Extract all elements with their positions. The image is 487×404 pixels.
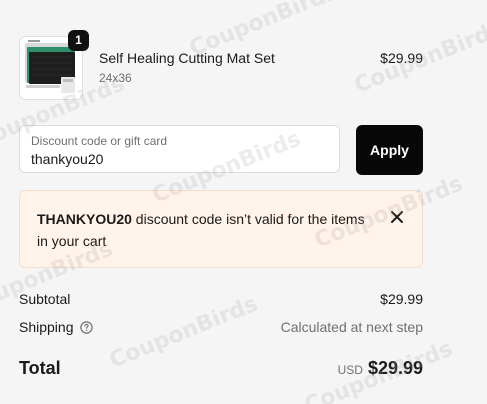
- checkout-order-summary: 1 Self Healing Cutting Mat Set 24x36 $29…: [0, 0, 487, 404]
- product-thumbnail-wrapper: 1: [19, 30, 89, 100]
- shipping-label-group: Shipping: [19, 319, 93, 335]
- subtotal-value: $29.99: [380, 291, 423, 307]
- shipping-label: Shipping: [19, 319, 74, 335]
- product-price: $29.99: [380, 50, 423, 66]
- cart-line-item: 1 Self Healing Cutting Mat Set 24x36 $29…: [19, 30, 423, 102]
- shipping-value: Calculated at next step: [280, 319, 423, 335]
- total-row: Total USD $29.99: [19, 358, 423, 382]
- discount-code-label: Discount code or gift card: [31, 134, 168, 148]
- grand-total-value: $29.99: [367, 358, 423, 378]
- help-icon[interactable]: [79, 321, 93, 334]
- product-variant: 24x36: [99, 71, 132, 85]
- product-name: Self Healing Cutting Mat Set: [99, 50, 275, 66]
- alert-discount-code: THANKYOU20: [37, 211, 132, 227]
- close-icon[interactable]: [390, 210, 404, 224]
- subtotal-label: Subtotal: [19, 291, 71, 307]
- quantity-badge: 1: [68, 30, 89, 51]
- discount-code-input[interactable]: [30, 150, 322, 168]
- discount-code-field[interactable]: Discount code or gift card: [19, 125, 340, 173]
- total-label: Total: [19, 358, 61, 378]
- currency-code: USD: [337, 363, 363, 377]
- subtotal-row: Subtotal $29.99: [19, 291, 423, 309]
- total-amount: USD $29.99: [338, 358, 423, 379]
- discount-error-alert: THANKYOU20 discount code isn’t valid for…: [19, 190, 423, 268]
- alert-message: THANKYOU20 discount code isn’t valid for…: [37, 208, 367, 252]
- apply-button[interactable]: Apply: [356, 125, 423, 175]
- shipping-row: Shipping Calculated at next step: [19, 319, 423, 337]
